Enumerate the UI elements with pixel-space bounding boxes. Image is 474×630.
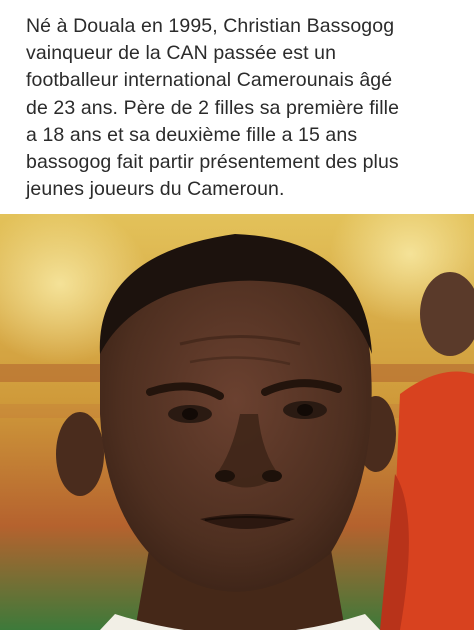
caption-line: a 18 ans et sa deuxième fille a 15 ans	[26, 123, 358, 146]
caption-line: bassogog fait partir présentement des pl…	[26, 151, 399, 174]
player-portrait-illustration	[0, 214, 474, 630]
caption-line: footballeur international Camerounais âg…	[26, 69, 393, 92]
caption-line: vainqueur de la CAN passée est un	[26, 42, 337, 65]
caption-line: jeunes joueurs du Cameroun.	[26, 178, 285, 201]
post-caption: Né à Douala en 1995, Christian Bassogog …	[0, 0, 474, 214]
caption-line: de 23 ans. Père de 2 filles sa première …	[26, 96, 400, 119]
player-photo	[0, 214, 474, 630]
caption-line: Né à Douala en 1995, Christian Bassogog	[26, 15, 395, 37]
